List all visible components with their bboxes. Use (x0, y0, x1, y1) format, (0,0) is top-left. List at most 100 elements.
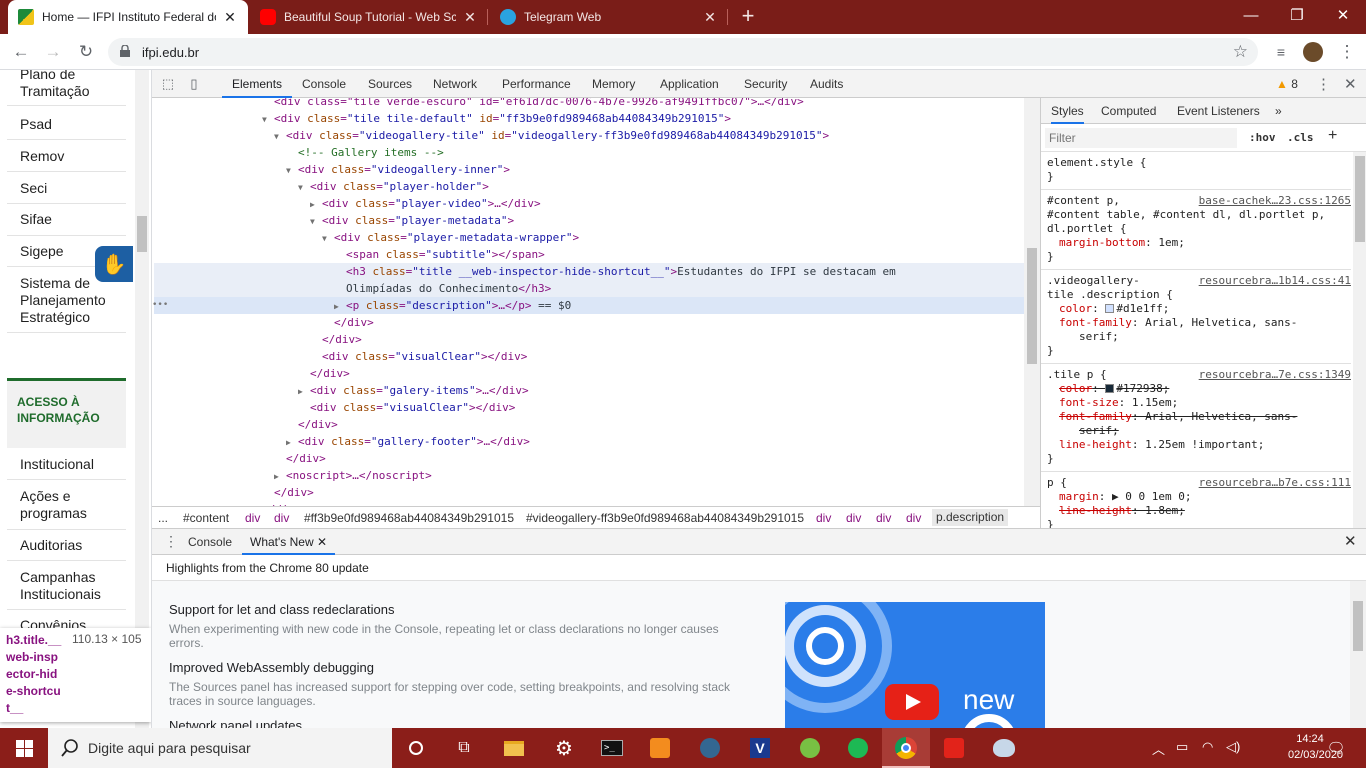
chrome-icon[interactable] (882, 728, 930, 768)
scroll-thumb[interactable] (1353, 601, 1363, 651)
devtools-menu-icon[interactable]: ⋮ (1316, 75, 1331, 93)
task-view-icon[interactable]: ⧉ (440, 728, 488, 768)
style-rule[interactable]: base-cachek…23.css:1265 #content p, #conte… (1041, 190, 1351, 270)
forward-button[interactable]: → (40, 39, 66, 65)
nav-item[interactable]: Sistema de Planejamento Estratégico (20, 275, 126, 326)
css-property-value[interactable]: : 1.15em; (1119, 396, 1179, 409)
dom-node[interactable]: ▼ <div class="player-metadata"> (310, 212, 514, 229)
dom-node[interactable]: ▼ <div class="tile tile-default" id="ff3b… (262, 110, 731, 127)
drawer-menu-icon[interactable]: ⋮ (164, 533, 178, 550)
notifications-icon[interactable]: 🗨 (1314, 728, 1358, 768)
dom-node[interactable]: <div class="visualClear"></div> (310, 348, 527, 365)
tab-event-listeners[interactable]: Event Listeners (1177, 98, 1260, 124)
browser-menu-icon[interactable]: ⋮ (1334, 39, 1360, 65)
tab-sources[interactable]: Sources (368, 70, 412, 98)
browser-tab-telegram[interactable]: Telegram Web ✕ (490, 0, 728, 34)
css-property-name[interactable]: line-height (1059, 438, 1132, 451)
tab-application[interactable]: Application (660, 70, 719, 98)
styles-filter-input[interactable] (1045, 128, 1237, 148)
css-property-value[interactable]: : Arial, Helvetica, sans- (1132, 410, 1298, 423)
css-property-value[interactable]: : 1.8em; (1132, 504, 1185, 517)
expand-toggle-icon[interactable]: ▶ (334, 298, 346, 315)
nav-item[interactable]: Institucional (20, 456, 126, 473)
breadcrumb-more[interactable]: ... (158, 511, 168, 525)
css-property-name[interactable]: line-height (1059, 504, 1132, 517)
maximize-button[interactable]: ❐ (1274, 0, 1320, 30)
dom-node[interactable]: ▶ <div class="gallery-footer">…</div> (286, 433, 530, 450)
bookmark-star-icon[interactable]: ☆ (1233, 42, 1248, 62)
drawer-scrollbar[interactable] (1350, 581, 1366, 729)
file-explorer-icon[interactable] (490, 728, 538, 768)
nav-item[interactable]: Remov (20, 148, 126, 165)
tab-memory[interactable]: Memory (592, 70, 635, 98)
battery-icon[interactable]: ▭ (1176, 739, 1188, 755)
warnings-counter[interactable]: ▲ 8 (1276, 77, 1298, 91)
expand-toggle-icon[interactable]: ▼ (322, 230, 334, 247)
node-actions-icon[interactable]: ••• (152, 297, 168, 314)
dom-node[interactable]: </div> (298, 365, 350, 382)
feature-title[interactable]: Support for let and class redeclarations (169, 602, 394, 617)
media-queue-icon[interactable]: ≡ (1268, 39, 1294, 65)
dom-node[interactable]: </div> (286, 416, 338, 433)
nav-item[interactable]: Psad (20, 116, 126, 133)
style-rule[interactable]: element.style {} (1041, 152, 1351, 190)
device-toolbar-icon[interactable]: ▯ (186, 76, 202, 92)
add-rule-icon[interactable]: + (1328, 127, 1337, 145)
tab-audits[interactable]: Audits (810, 70, 843, 98)
browser-tab-ifpi[interactable]: Home — IFPI Instituto Federal do Piauí ✕ (8, 0, 248, 34)
dom-node[interactable]: ▼ <div class="videogallery-tile" id="vide… (274, 127, 829, 144)
css-property-name[interactable]: color (1059, 382, 1092, 395)
start-button[interactable] (0, 728, 48, 768)
close-tab-icon[interactable]: ✕ (317, 535, 327, 549)
scroll-thumb[interactable] (137, 216, 147, 252)
css-property-name[interactable]: font-family (1059, 410, 1132, 423)
expand-toggle-icon[interactable]: ▶ (286, 434, 298, 451)
color-swatch-icon[interactable] (1105, 384, 1115, 393)
expand-toggle-icon[interactable]: ▶ (310, 196, 322, 213)
address-bar[interactable]: ifpi.edu.br ☆ (108, 38, 1258, 66)
volume-icon[interactable]: ◁) (1226, 739, 1240, 755)
expand-toggle-icon[interactable]: ▼ (286, 162, 298, 179)
nav-item[interactable]: Seci (20, 180, 126, 197)
breadcrumb-item[interactable]: div (245, 511, 260, 525)
close-tab-icon[interactable]: ✕ (222, 9, 238, 26)
reload-button[interactable]: ↻ (73, 39, 99, 65)
youtube-play-icon[interactable] (885, 684, 939, 720)
class-toggle[interactable]: .cls (1287, 131, 1314, 144)
dom-node[interactable]: ▼ <div class="videogallery-inner"> (286, 161, 510, 178)
css-property-name[interactable]: margin (1059, 490, 1099, 503)
css-property-name[interactable]: color (1059, 302, 1092, 315)
stylesheet-source-link[interactable]: base-cachek…23.css:1265 (1199, 194, 1351, 207)
dom-node[interactable]: ▶ <p class="description">…</p> == $0 ••• (152, 297, 571, 315)
expand-toggle-icon[interactable]: ▼ (262, 111, 274, 128)
dom-node[interactable]: <!-- Gallery items --> (286, 144, 444, 161)
dom-node[interactable]: ▼ <div class="player-metadata-wrapper"> (322, 229, 579, 246)
vlibras-accessibility-button[interactable]: ✋ (95, 246, 133, 282)
visualg-icon[interactable]: V (736, 728, 784, 768)
css-property-value[interactable]: : 1.25em !important; (1132, 438, 1264, 451)
expand-toggle-icon[interactable]: ▼ (298, 179, 310, 196)
breadcrumb-selected[interactable]: p.description (932, 509, 1009, 526)
dom-node[interactable]: ▶ <noscript>…</noscript> (274, 467, 432, 484)
dom-node[interactable]: ▼ <div class="player-holder"> (298, 178, 489, 195)
stylesheet-source-link[interactable]: resourcebra…b7e.css:111 (1199, 476, 1351, 489)
css-property-value[interactable]: : Arial, Helvetica, sans- (1132, 316, 1298, 329)
css-property-name[interactable]: font-family (1059, 316, 1132, 329)
stylesheet-source-link[interactable]: resourcebra…1b14.css:41 (1199, 274, 1351, 287)
dom-node[interactable]: </div> (262, 484, 314, 501)
close-window-button[interactable]: ✕ (1320, 0, 1366, 30)
css-property-value[interactable]: #d1e1ff; (1116, 302, 1169, 315)
close-devtools-icon[interactable]: ✕ (1344, 75, 1357, 93)
minimize-button[interactable]: — (1228, 0, 1274, 30)
css-property-name[interactable]: font-size (1059, 396, 1119, 409)
tab-styles[interactable]: Styles (1051, 98, 1084, 124)
dom-node[interactable]: ▶ <div class="galery-items">…</div> (298, 382, 529, 399)
dom-node[interactable]: </div> (310, 331, 362, 348)
scroll-thumb[interactable] (1355, 156, 1365, 242)
css-property-value[interactable]: #172938; (1116, 382, 1169, 395)
dom-node[interactable]: <h3 class="title __web-inspector-hide-sh… (334, 263, 896, 280)
tab-network[interactable]: Network (433, 70, 477, 98)
tab-console[interactable]: Console (302, 70, 346, 98)
dom-tree[interactable]: <div class="tile verde-escuro" id="ef61d… (152, 98, 1040, 506)
dom-node[interactable]: <span class="subtitle"></span> (334, 246, 545, 263)
